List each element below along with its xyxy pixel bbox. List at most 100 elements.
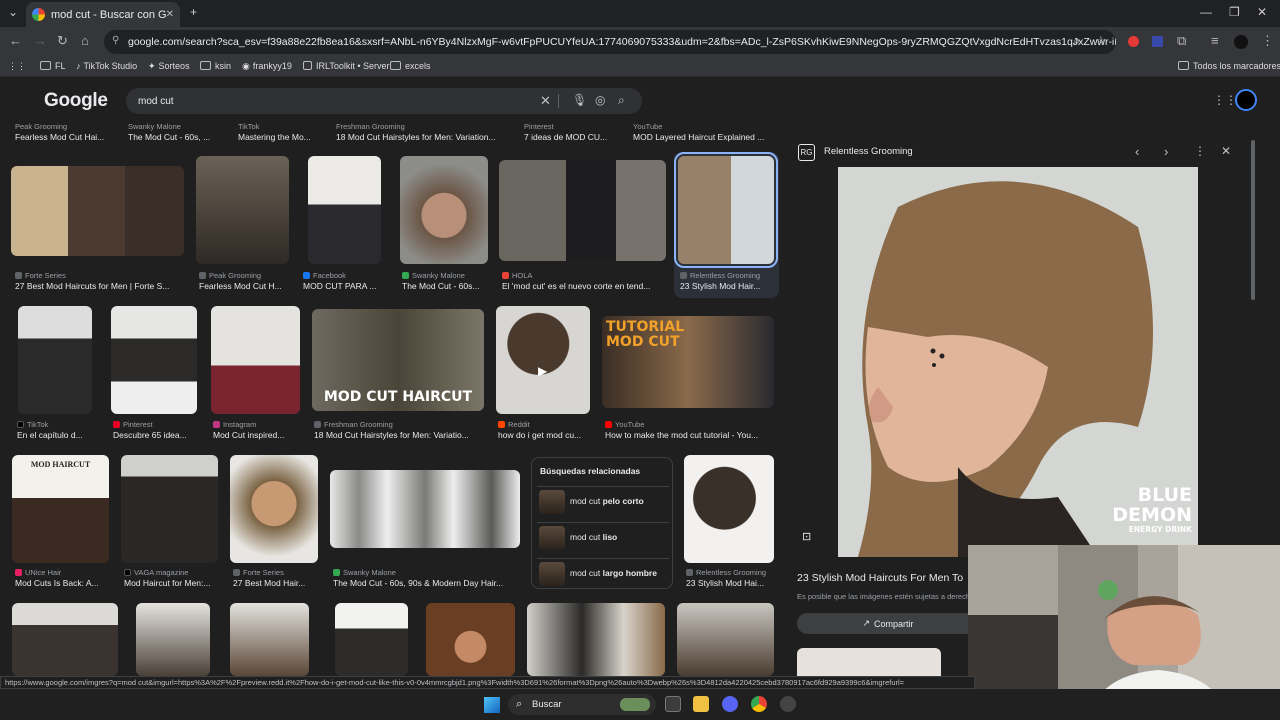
result-title[interactable]: Fearless Mod Cut Hai... xyxy=(15,132,115,142)
lens-search-icon[interactable]: ⊡ xyxy=(802,530,811,543)
zoom-icon[interactable]: ⌕ xyxy=(1073,33,1080,49)
close-tab-icon[interactable]: ✕ xyxy=(166,9,174,20)
more-options-icon[interactable]: ⋮ xyxy=(1194,144,1206,158)
bookmark-sorteos[interactable]: ✦ Sorteos xyxy=(148,61,190,72)
next-icon[interactable]: › xyxy=(1164,144,1168,159)
result-title[interactable]: The Mod Cut - 60s... xyxy=(402,281,490,291)
result-title[interactable]: MOD CUT PARA ... xyxy=(303,281,388,291)
image-result[interactable] xyxy=(330,470,520,548)
account-avatar[interactable] xyxy=(1235,89,1257,111)
maximize-icon[interactable]: ❐ xyxy=(1229,5,1240,19)
file-explorer-icon[interactable] xyxy=(693,696,709,712)
bookmark-irltoolkit[interactable]: IRLToolkit • Server xyxy=(303,61,390,71)
image-result[interactable] xyxy=(677,603,774,676)
image-result[interactable] xyxy=(11,166,184,256)
image-result[interactable]: MOD HAIRCUT xyxy=(12,455,109,563)
image-result[interactable] xyxy=(499,160,666,261)
image-result[interactable] xyxy=(335,603,408,676)
related-image-thumbnail[interactable] xyxy=(797,648,941,676)
browser-tab[interactable]: mod cut - Buscar con Google ✕ xyxy=(26,2,180,27)
home-icon[interactable]: ⌂ xyxy=(81,33,89,48)
preview-image[interactable]: BLUE DEMON ENERGY DRINK xyxy=(838,167,1198,557)
result-title[interactable]: The Mod Cut - 60s, ... xyxy=(128,132,228,142)
minimize-icon[interactable]: — xyxy=(1200,5,1212,19)
result-title[interactable]: 27 Best Mod Haircuts for Men | Forte S..… xyxy=(15,281,185,291)
bookmark-excels[interactable]: excels xyxy=(390,61,431,71)
panel-scrollbar[interactable] xyxy=(1251,140,1255,300)
result-title[interactable]: 18 Mod Cut Hairstyles for Men: Variatio.… xyxy=(314,430,486,440)
result-title[interactable]: 18 Mod Cut Hairstyles for Men: Variation… xyxy=(336,132,506,142)
image-result[interactable] xyxy=(18,306,92,414)
image-result[interactable] xyxy=(426,603,515,676)
image-result[interactable] xyxy=(400,156,488,264)
result-title[interactable]: How to make the mod cut tutorial - You..… xyxy=(605,430,775,440)
bookmark-frankyy19[interactable]: ◉ frankyy19 xyxy=(242,61,292,72)
image-result[interactable] xyxy=(230,603,309,676)
lens-icon[interactable]: ◎ xyxy=(595,93,605,107)
address-bar[interactable]: ⚲ google.com/search?sca_esv=f39a88e22fb8… xyxy=(104,30,1116,54)
all-bookmarks[interactable]: Todos los marcadores xyxy=(1178,61,1280,71)
image-result[interactable] xyxy=(527,603,665,676)
extension-red-icon[interactable] xyxy=(1128,36,1139,47)
profile-avatar[interactable] xyxy=(1234,35,1248,49)
image-result[interactable] xyxy=(121,455,218,563)
related-item[interactable]: mod cut liso xyxy=(537,522,669,552)
menu-icon[interactable]: ⋮ xyxy=(1261,33,1274,49)
result-title[interactable]: MOD Layered Haircut Explained ... xyxy=(633,132,773,142)
share-button[interactable]: ↗ Compartir xyxy=(797,613,979,634)
result-title[interactable]: En el capítulo d... xyxy=(17,430,97,440)
tab-search-icon[interactable]: ⌄ xyxy=(8,5,18,19)
close-panel-icon[interactable]: ✕ xyxy=(1221,144,1231,158)
image-result[interactable] xyxy=(12,603,118,676)
discord-icon[interactable] xyxy=(722,696,738,712)
back-icon[interactable]: ← xyxy=(9,33,22,48)
site-info-icon[interactable]: ⚲ xyxy=(112,35,119,46)
clear-search-icon[interactable]: ✕ xyxy=(540,93,551,109)
extensions-icon[interactable]: ⧉ xyxy=(1177,33,1186,49)
related-item[interactable]: mod cut pelo corto xyxy=(537,486,669,516)
app-icon[interactable] xyxy=(780,696,796,712)
microphone-icon[interactable]: 🎙 xyxy=(572,93,587,107)
related-item[interactable]: mod cut largo hombre xyxy=(537,558,669,588)
previous-icon[interactable]: ‹ xyxy=(1135,144,1139,159)
result-title[interactable]: how do i get mod cu... xyxy=(498,430,588,440)
result-title[interactable]: Mod Cuts Is Back: A... xyxy=(15,578,110,588)
result-title[interactable]: Mod Haircut for Men:... xyxy=(124,578,219,588)
window-close-icon[interactable]: ✕ xyxy=(1257,5,1267,19)
image-result[interactable] xyxy=(136,603,210,676)
result-title[interactable]: Fearless Mod Cut H... xyxy=(199,281,289,291)
result-title[interactable]: 27 Best Mod Hair... xyxy=(233,578,321,588)
chrome-icon[interactable] xyxy=(751,696,767,712)
windows-start-icon[interactable] xyxy=(484,697,500,713)
result-title[interactable]: El 'mod cut' es el nuevo corte en tend..… xyxy=(502,281,662,291)
bookmark-star-icon[interactable]: ☆ xyxy=(1095,33,1107,49)
result-title[interactable]: 7 ideas de MOD CU... xyxy=(524,132,624,142)
new-tab-icon[interactable]: + xyxy=(190,5,197,19)
image-result[interactable]: MOD CUT HAIRCUT xyxy=(312,309,484,411)
taskbar-search[interactable]: ⌕ Buscar xyxy=(508,694,656,715)
media-icon[interactable]: ≡ xyxy=(1211,33,1219,48)
result-title[interactable]: Mod Cut inspired... xyxy=(213,430,303,440)
result-title[interactable]: 23 Stylish Mod Hair... xyxy=(680,281,775,291)
result-title[interactable]: The Mod Cut - 60s, 90s & Modern Day Hair… xyxy=(333,578,523,588)
google-logo[interactable]: Google xyxy=(44,90,108,112)
result-title[interactable]: Descubre 65 idea... xyxy=(113,430,198,440)
bookmark-tiktok-studio[interactable]: ♪ TikTok Studio xyxy=(76,61,137,71)
preview-caption[interactable]: 23 Stylish Mod Haircuts For Men To xyxy=(797,572,963,584)
image-result[interactable]: TUTORIAL MOD CUT xyxy=(602,316,774,408)
bookmark-ksin[interactable]: ksin xyxy=(200,61,231,71)
task-view-icon[interactable] xyxy=(665,696,681,712)
forward-icon[interactable]: → xyxy=(34,33,47,48)
image-result[interactable] xyxy=(684,455,774,563)
bookmark-fl[interactable]: FL xyxy=(40,61,66,71)
search-input[interactable] xyxy=(138,92,518,110)
result-title[interactable]: Mastering the Mo... xyxy=(238,132,328,142)
extension-blue-icon[interactable] xyxy=(1152,36,1163,47)
panel-source[interactable]: Relentless Grooming xyxy=(824,146,913,157)
reload-icon[interactable]: ↻ xyxy=(57,33,68,49)
image-result[interactable] xyxy=(196,156,289,264)
search-icon[interactable]: ⌕ xyxy=(618,93,625,108)
image-result[interactable] xyxy=(230,455,318,563)
image-result[interactable] xyxy=(211,306,300,414)
image-result[interactable] xyxy=(111,306,197,414)
